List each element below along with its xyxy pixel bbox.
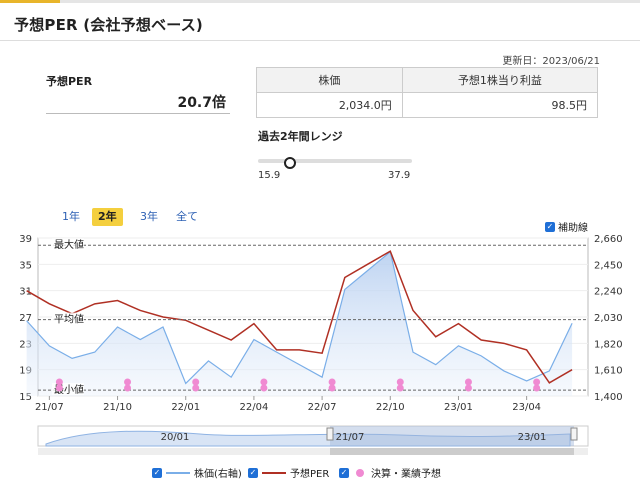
navigator-label: 23/01 xyxy=(518,432,547,443)
eps-value: 98.5円 xyxy=(401,92,599,118)
per-line-icon xyxy=(262,471,286,474)
event-marker xyxy=(192,384,200,392)
eps-header: 予想1株当り利益 xyxy=(401,67,599,93)
event-marker xyxy=(396,378,404,386)
event-marker xyxy=(55,384,63,392)
left-tick-label: 35 xyxy=(19,260,32,271)
checkbox-icon[interactable]: ✓ xyxy=(248,467,258,478)
event-marker xyxy=(533,384,541,392)
legend-events[interactable]: ✓ 決算・業績予想 xyxy=(339,465,441,480)
tab-1-year[interactable]: 1年 xyxy=(56,208,86,226)
per-chart: 39 2,66035 2,45031 2,24027 2,03023 1,82019 1,6… xyxy=(19,234,623,455)
range-knob xyxy=(284,157,296,169)
event-dot-icon xyxy=(356,468,364,477)
range-min: 15.9 xyxy=(258,170,281,181)
x-tick-label: 21/10 xyxy=(103,402,132,413)
event-marker xyxy=(260,378,268,386)
right-tick-label: 1,820 xyxy=(594,339,623,350)
left-tick-label: 27 xyxy=(19,313,32,324)
event-marker xyxy=(328,378,336,386)
per-label: 予想PER xyxy=(46,75,93,88)
right-tick-label: 2,030 xyxy=(594,313,623,324)
event-marker xyxy=(124,384,132,392)
tab-2-year[interactable]: 2年 xyxy=(92,208,123,226)
right-tick-label: 1,610 xyxy=(594,366,623,377)
right-tick-label: 2,450 xyxy=(594,260,623,271)
checkbox-icon[interactable]: ✓ xyxy=(339,467,349,478)
x-tick-label: 22/07 xyxy=(308,402,337,413)
stock-price-header: 株価 xyxy=(256,67,403,93)
stock-price-value: 2,034.0円 xyxy=(256,92,403,118)
navigator-label: 20/01 xyxy=(161,432,190,443)
event-marker xyxy=(260,384,268,392)
navigator-handle xyxy=(326,427,334,441)
right-tick-label: 1,400 xyxy=(594,392,623,403)
reference-label: 最大値 xyxy=(54,238,84,251)
tab-3-year[interactable]: 3年 xyxy=(134,208,164,226)
event-marker xyxy=(328,384,336,392)
event-marker xyxy=(464,378,472,386)
event-marker xyxy=(396,384,404,392)
legend-price[interactable]: ✓ 株価(右軸) xyxy=(152,465,242,480)
checkbox-icon[interactable]: ✓ xyxy=(152,467,162,478)
legend-per-label: 予想PER xyxy=(290,469,330,480)
tab-all[interactable]: 全て xyxy=(170,208,204,226)
navigator-handle xyxy=(570,427,578,441)
per-value: 20.7倍 xyxy=(177,95,226,111)
navigator-scrollbar-thumb xyxy=(330,448,574,455)
x-tick-label: 22/04 xyxy=(239,402,268,413)
x-tick-label: 22/01 xyxy=(171,402,200,413)
x-tick-label: 22/10 xyxy=(376,402,405,413)
left-tick-label: 39 xyxy=(19,234,32,245)
right-tick-label: 2,660 xyxy=(594,234,623,245)
event-marker xyxy=(55,378,63,386)
stock-table: 株価 予想1株当り利益 2,034.0円 98.5円 xyxy=(256,67,599,118)
title-divider xyxy=(0,40,640,41)
reference-label: 平均値 xyxy=(54,313,84,326)
page-title: 予想PER (会社予想ベース) xyxy=(14,16,203,34)
price-line-icon xyxy=(166,471,190,474)
range-track xyxy=(258,159,412,163)
top-bar xyxy=(0,0,640,3)
updated-date: 更新日：2023/06/21 xyxy=(502,56,600,67)
x-tick-label: 21/07 xyxy=(35,402,64,413)
legend-price-label: 株価(右軸) xyxy=(194,469,242,480)
legend-events-label: 決算・業績予想 xyxy=(371,469,441,480)
x-tick-label: 23/04 xyxy=(512,402,541,413)
navigator-label: 21/07 xyxy=(336,432,365,443)
right-tick-label: 2,240 xyxy=(594,287,623,298)
range-label: 過去2年間レンジ xyxy=(258,130,343,143)
event-marker xyxy=(464,384,472,392)
event-marker xyxy=(192,378,200,386)
x-tick-label: 23/01 xyxy=(444,402,473,413)
event-marker xyxy=(533,378,541,386)
top-bar-accent xyxy=(0,0,60,3)
range-max: 37.9 xyxy=(388,170,411,181)
range-navigator[interactable]: 20/01 21/07 23/01 xyxy=(37,425,589,455)
per-underline xyxy=(46,113,230,114)
legend-per[interactable]: ✓ 予想PER xyxy=(248,465,329,480)
event-marker xyxy=(124,378,132,386)
